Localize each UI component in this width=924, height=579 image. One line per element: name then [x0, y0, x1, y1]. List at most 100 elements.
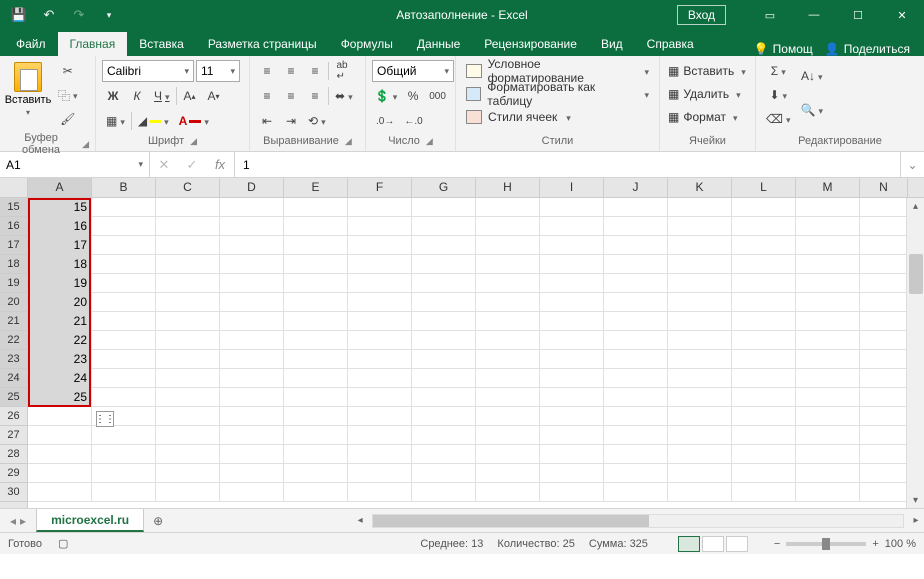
column-header[interactable]: C — [156, 178, 220, 197]
cell[interactable] — [668, 464, 732, 483]
redo-icon[interactable]: ↷ — [66, 3, 92, 27]
number-dialog-icon[interactable]: ◢ — [426, 136, 433, 147]
fx-icon[interactable]: fx — [206, 157, 234, 172]
cell[interactable] — [348, 464, 412, 483]
expand-formula-bar-icon[interactable]: ⌄ — [900, 152, 924, 177]
italic-button[interactable]: К — [126, 85, 148, 107]
cell[interactable] — [668, 274, 732, 293]
cell[interactable] — [348, 331, 412, 350]
cell[interactable] — [732, 445, 796, 464]
cell[interactable] — [796, 312, 860, 331]
cell[interactable] — [156, 445, 220, 464]
tab-page-layout[interactable]: Разметка страницы — [196, 32, 329, 56]
column-header[interactable]: J — [604, 178, 668, 197]
cell[interactable] — [476, 445, 540, 464]
cell[interactable] — [540, 236, 604, 255]
cell[interactable] — [348, 483, 412, 502]
select-all-corner[interactable] — [0, 178, 28, 197]
cell[interactable] — [220, 293, 284, 312]
align-center-button[interactable]: ≡ — [280, 85, 302, 107]
cell[interactable] — [92, 426, 156, 445]
row-header[interactable]: 22 — [0, 331, 27, 350]
cell[interactable] — [668, 236, 732, 255]
cell[interactable] — [668, 331, 732, 350]
minimize-icon[interactable]: — — [794, 1, 834, 29]
cell[interactable] — [92, 255, 156, 274]
cell[interactable] — [732, 198, 796, 217]
align-middle-button[interactable]: ≡ — [280, 60, 302, 82]
cell[interactable] — [412, 198, 476, 217]
cell[interactable] — [284, 331, 348, 350]
cell[interactable] — [92, 312, 156, 331]
cell[interactable] — [604, 407, 668, 426]
cell[interactable] — [796, 407, 860, 426]
cell[interactable] — [92, 293, 156, 312]
cell[interactable] — [540, 312, 604, 331]
cell[interactable] — [604, 464, 668, 483]
cell[interactable] — [860, 388, 908, 407]
cell[interactable] — [604, 483, 668, 502]
cell[interactable] — [540, 217, 604, 236]
maximize-icon[interactable]: ☐ — [838, 1, 878, 29]
paste-button[interactable]: Вставить ▾ — [6, 60, 50, 117]
cell[interactable] — [540, 198, 604, 217]
row-header[interactable]: 28 — [0, 445, 27, 464]
cell[interactable] — [348, 255, 412, 274]
cell[interactable] — [92, 464, 156, 483]
cell[interactable] — [540, 293, 604, 312]
cell[interactable] — [412, 464, 476, 483]
row-header[interactable]: 20 — [0, 293, 27, 312]
cell[interactable] — [476, 331, 540, 350]
cell[interactable] — [28, 426, 92, 445]
bold-button[interactable]: Ж — [102, 85, 124, 107]
cell[interactable] — [156, 388, 220, 407]
cell[interactable] — [284, 445, 348, 464]
cell[interactable] — [156, 464, 220, 483]
font-name-combo[interactable]: Calibri▾ — [102, 60, 194, 82]
font-dialog-icon[interactable]: ◢ — [190, 136, 197, 147]
cell[interactable] — [668, 198, 732, 217]
qat-customize-icon[interactable]: ▾ — [96, 3, 122, 27]
percent-button[interactable]: % — [402, 85, 424, 107]
cell[interactable] — [284, 198, 348, 217]
cell[interactable] — [668, 483, 732, 502]
cut-button[interactable]: ✂ — [54, 60, 82, 82]
font-size-combo[interactable]: 11▾ — [196, 60, 240, 82]
cell[interactable] — [92, 388, 156, 407]
accounting-button[interactable]: 💲 — [372, 85, 400, 107]
cell[interactable] — [540, 331, 604, 350]
cell[interactable] — [220, 312, 284, 331]
cell[interactable]: 25 — [28, 388, 92, 407]
cell[interactable] — [156, 369, 220, 388]
cell[interactable]: 15 — [28, 198, 92, 217]
cell[interactable] — [540, 388, 604, 407]
column-header[interactable]: B — [92, 178, 156, 197]
cell[interactable] — [604, 198, 668, 217]
cell[interactable] — [220, 483, 284, 502]
formula-input[interactable]: 1 — [235, 152, 900, 177]
tab-formulas[interactable]: Формулы — [329, 32, 405, 56]
cell[interactable] — [604, 312, 668, 331]
cell[interactable] — [540, 464, 604, 483]
macro-record-icon[interactable]: ▢ — [58, 537, 68, 550]
sort-filter-button[interactable]: A↓ — [797, 60, 827, 92]
increase-decimal-button[interactable]: .0→ — [372, 110, 398, 132]
cell[interactable] — [604, 217, 668, 236]
row-header[interactable]: 27 — [0, 426, 27, 445]
add-sheet-button[interactable]: ⊕ — [144, 509, 172, 532]
cell[interactable] — [476, 407, 540, 426]
tab-help[interactable]: Справка — [635, 32, 706, 56]
cancel-formula-icon[interactable]: ✕ — [150, 157, 178, 173]
cell[interactable] — [796, 255, 860, 274]
insert-cells-button[interactable]: ▦Вставить — [666, 60, 749, 82]
cell-styles-button[interactable]: Стили ячеек — [462, 106, 653, 128]
cell[interactable] — [156, 407, 220, 426]
cell[interactable] — [476, 236, 540, 255]
cell[interactable] — [220, 407, 284, 426]
cell[interactable] — [860, 255, 908, 274]
font-color-button[interactable]: A — [175, 110, 213, 132]
format-cells-button[interactable]: ▦Формат — [666, 106, 749, 128]
decrease-decimal-button[interactable]: ←.0 — [400, 110, 426, 132]
cell[interactable] — [732, 236, 796, 255]
cell[interactable] — [28, 483, 92, 502]
